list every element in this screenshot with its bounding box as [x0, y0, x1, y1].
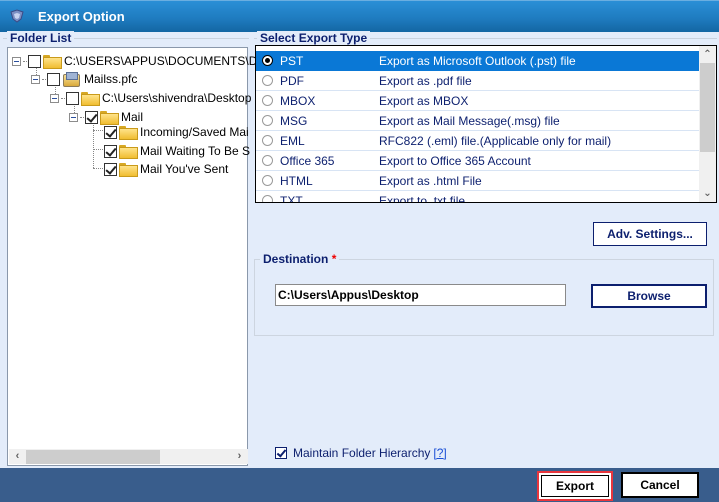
- export-option-pst[interactable]: PST Export as Microsoft Outlook (.pst) f…: [256, 51, 700, 71]
- node-checkbox[interactable]: [104, 125, 117, 139]
- vertical-scrollbar[interactable]: ⌃ ⌄: [699, 46, 716, 202]
- tree-node-label: Mail Waiting To Be S: [140, 144, 251, 158]
- folder-icon: [81, 91, 100, 106]
- export-option-office365[interactable]: Office 365 Export to Office 365 Account: [256, 151, 700, 171]
- tree-node-sent[interactable]: Mail You've Sent: [104, 160, 228, 178]
- collapse-icon[interactable]: [12, 56, 21, 66]
- maintain-hierarchy-option[interactable]: Maintain Folder Hierarchy [?]: [275, 446, 447, 460]
- radio-button[interactable]: [262, 75, 273, 86]
- export-option-txt[interactable]: TXT Export to .txt file: [256, 191, 700, 202]
- export-option-mbox[interactable]: MBOX Export as MBOX: [256, 91, 700, 111]
- open-folder-icon: [43, 54, 62, 69]
- node-checkbox[interactable]: [66, 91, 79, 105]
- adv-settings-button[interactable]: Adv. Settings...: [593, 222, 707, 246]
- radio-button[interactable]: [262, 155, 273, 166]
- export-type-label: Select Export Type: [257, 31, 371, 45]
- maintain-hierarchy-checkbox[interactable]: [275, 447, 287, 459]
- node-checkbox[interactable]: [47, 72, 60, 86]
- pst-file-icon: [62, 72, 80, 87]
- maintain-hierarchy-label: Maintain Folder Hierarchy: [293, 446, 431, 460]
- folder-icon: [119, 125, 138, 140]
- scroll-right-icon[interactable]: ›: [232, 449, 247, 464]
- tree-node-label: Mail You've Sent: [140, 162, 229, 176]
- horizontal-scrollbar[interactable]: ‹ ›: [9, 449, 248, 464]
- tree-node-label: Mailss.pfc: [84, 72, 138, 86]
- tree-node-label: C:\USERS\APPUS\DOCUMENTS\DC: [64, 54, 267, 68]
- folder-icon: [100, 110, 119, 125]
- collapse-icon[interactable]: [50, 93, 59, 103]
- scrollbar-thumb[interactable]: [26, 450, 160, 464]
- node-checkbox[interactable]: [104, 162, 117, 176]
- export-type-list[interactable]: PST Export as Microsoft Outlook (.pst) f…: [255, 45, 717, 203]
- folder-list-label: Folder List: [7, 31, 75, 45]
- scroll-up-icon[interactable]: ⌃: [699, 46, 716, 63]
- folder-icon: [119, 162, 138, 177]
- node-checkbox[interactable]: [28, 54, 41, 68]
- window-title: Export Option: [38, 9, 125, 24]
- export-button[interactable]: Export: [537, 471, 613, 501]
- browse-button[interactable]: Browse: [591, 284, 707, 308]
- radio-button[interactable]: [262, 175, 273, 186]
- node-checkbox[interactable]: [104, 144, 117, 158]
- tree-node-root[interactable]: C:\USERS\APPUS\DOCUMENTS\DC: [12, 52, 266, 70]
- required-marker: *: [331, 252, 337, 266]
- collapse-icon[interactable]: [31, 74, 40, 84]
- scroll-down-icon[interactable]: ⌄: [699, 185, 716, 202]
- tree-node-incoming[interactable]: Incoming/Saved Mai: [104, 123, 249, 141]
- folder-tree[interactable]: C:\USERS\APPUS\DOCUMENTS\DC Mailss.pfc C…: [7, 47, 266, 466]
- help-link[interactable]: [?]: [433, 446, 446, 460]
- node-checkbox[interactable]: [85, 110, 98, 124]
- export-option-pdf[interactable]: PDF Export as .pdf file: [256, 71, 700, 91]
- cancel-button[interactable]: Cancel: [621, 472, 699, 498]
- tree-node-pfc[interactable]: Mailss.pfc: [31, 70, 137, 88]
- scroll-left-icon[interactable]: ‹: [10, 449, 25, 464]
- scrollbar-thumb[interactable]: [700, 63, 715, 152]
- title-bar: Export Option: [0, 0, 719, 32]
- destination-label: Destination *: [260, 252, 340, 266]
- tree-node-desktop[interactable]: C:\Users\shivendra\Desktop: [50, 89, 251, 107]
- radio-button[interactable]: [262, 95, 273, 106]
- folder-icon: [119, 144, 138, 159]
- destination-path-input[interactable]: [275, 284, 566, 306]
- tree-node-label: C:\Users\shivendra\Desktop: [102, 91, 252, 105]
- collapse-icon[interactable]: [69, 112, 78, 122]
- radio-button[interactable]: [262, 55, 273, 66]
- export-option-msg[interactable]: MSG Export as Mail Message(.msg) file: [256, 111, 700, 131]
- radio-button[interactable]: [262, 195, 273, 202]
- radio-button[interactable]: [262, 115, 273, 126]
- tree-node-label: Mail: [121, 110, 144, 124]
- export-option-html[interactable]: HTML Export as .html File: [256, 171, 700, 191]
- app-shield-icon: [10, 9, 24, 23]
- export-option-eml[interactable]: EML RFC822 (.eml) file.(Applicable only …: [256, 131, 700, 151]
- radio-button[interactable]: [262, 135, 273, 146]
- tree-node-label: Incoming/Saved Mai: [140, 125, 249, 139]
- tree-node-waiting[interactable]: Mail Waiting To Be S: [104, 142, 250, 160]
